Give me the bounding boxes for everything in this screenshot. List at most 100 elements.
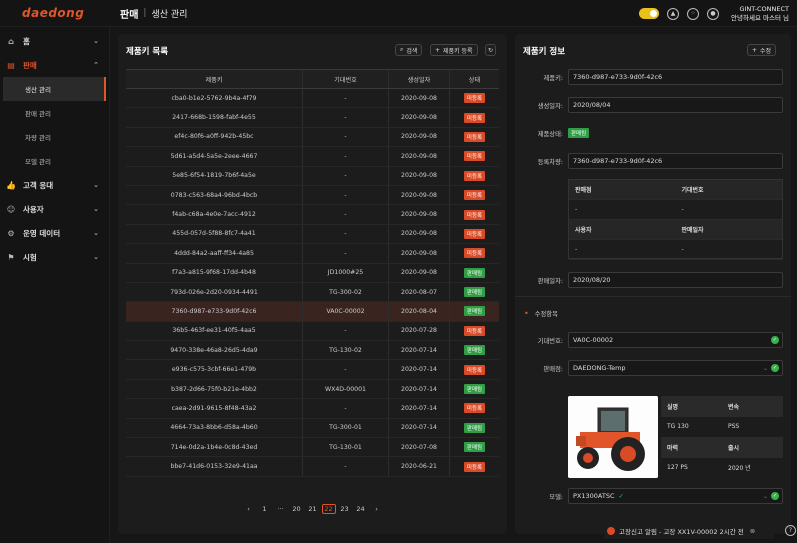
breadcrumb-sub: 생산 관리 bbox=[151, 9, 188, 20]
user-info: GINT-CONNECT 안녕하세요 마스터 님 bbox=[731, 5, 789, 23]
table-row[interactable]: 0783-c563-68a4-96bd-4bcb -2020-09-08 미등록 bbox=[126, 185, 499, 206]
sale-info-table: 판매점 기대번호 -- 사용자 판매일자 -- bbox=[568, 179, 783, 260]
cell-key: cba0-b1e2-5762-9b4a-4f79 bbox=[126, 89, 303, 108]
add-key-button[interactable]: + 제품키 등록 bbox=[430, 44, 478, 56]
cell-status: 미등록 bbox=[450, 322, 499, 340]
sidebar-item-user[interactable]: ☺ 사용자 ⌄ bbox=[0, 197, 109, 221]
sidebar-item-label: 판매 bbox=[23, 60, 37, 70]
page-item[interactable]: ‹ bbox=[242, 505, 256, 513]
page-item[interactable]: 21 bbox=[306, 505, 320, 513]
cell-key: 9470-338e-46a8-26d5-4da9 bbox=[126, 341, 303, 360]
table-row[interactable]: 714e-0d2a-1b4e-0c8d-43ed TG-130-01 2020-07… bbox=[126, 438, 499, 458]
sale-date-value[interactable]: 2020/08/20 bbox=[568, 272, 783, 288]
table-row[interactable]: bbe7-41d6-0153-32e9-41aa -2020-06-21 미등록 bbox=[126, 457, 499, 477]
fault-alert-toast[interactable]: 고장신고 알림 - 고장 XX1V-00002 2시간 전 ⊗ bbox=[604, 522, 774, 539]
table-row[interactable]: caea-2d91-9615-8f48-43a2-2020-07-14 미등록 bbox=[126, 399, 499, 419]
page-item[interactable]: 24 bbox=[354, 505, 368, 513]
header-number[interactable]: 기대번호 bbox=[303, 70, 389, 88]
cell-number: - bbox=[303, 321, 389, 341]
table-row[interactable]: f7a3-a815-9f68-17dd-4b48 JD1000#25 2020-09… bbox=[126, 263, 499, 283]
page-item[interactable]: 22 bbox=[321, 504, 336, 514]
sidebar-sub-model[interactable]: 모델 관리 bbox=[0, 149, 109, 173]
cell-status: 미등록 bbox=[450, 244, 499, 262]
table-row[interactable]: 2417-668b-1598-fabf-4e55-2020-09-08 미등록 bbox=[126, 108, 499, 128]
sidebar-item-home[interactable]: ⌂ 홈 ⌄ bbox=[0, 29, 109, 53]
cell-number: TG-130-02 bbox=[303, 341, 389, 360]
cell-number: - bbox=[303, 127, 389, 147]
cell-key: 0783-c563-68a4-96bd-4bcb bbox=[126, 185, 303, 205]
table-row[interactable]: 9470-338e-46a8-26d5-4da9 TG-130-02 2020-07… bbox=[126, 341, 499, 361]
status-badge: 미등록 bbox=[463, 248, 486, 259]
close-icon[interactable]: ⊗ bbox=[750, 527, 755, 535]
field-dealer: 판매점: DAEDONG-Temp ⌄ ✓ bbox=[515, 360, 791, 376]
sidebar-sub-vehicle[interactable]: 차량 관리 bbox=[0, 125, 109, 149]
field-created: 생성일자: 2020/08/04 bbox=[515, 97, 791, 113]
product-key-detail-panel: 제품키 정보 + 수정 제품키: 7360-d987-e733-9d0f-42c6… bbox=[515, 34, 791, 534]
search-button[interactable]: ⌕ 검색 bbox=[395, 44, 423, 56]
help-icon[interactable]: ? bbox=[785, 525, 796, 536]
page-item[interactable]: 23 bbox=[338, 505, 352, 513]
refresh-button[interactable]: ↻ bbox=[485, 44, 497, 56]
alert-icon bbox=[607, 526, 615, 535]
cell-key: f4ab-c68a-4e0e-7acc-4912 bbox=[126, 205, 303, 224]
table-row[interactable]: 455d-057d-5f88-8fc7-4a41-2020-09-08 미등록 bbox=[126, 224, 499, 245]
model-select[interactable]: PX1300ATSC ✓ ⌄ ✓ bbox=[568, 488, 783, 504]
sidebar-sub-production[interactable]: 생산 관리 bbox=[3, 77, 106, 101]
apps-icon[interactable]: ⁘ bbox=[687, 7, 700, 20]
machine-no-input[interactable]: VA0C-00002 ✓ bbox=[568, 332, 783, 348]
status-badge: 미등록 bbox=[463, 228, 486, 239]
table-row[interactable]: 36b5-463f-ee31-40f5-4aa5-2020-07-28 미등록 bbox=[126, 321, 499, 342]
edit-button[interactable]: + 수정 bbox=[747, 44, 777, 56]
spec-head-transmission: 변속 bbox=[722, 396, 783, 417]
cell-number: WX4D-00001 bbox=[303, 379, 389, 399]
table-row[interactable]: 5e85-6f54-1819-7b6f-4a5e -2020-09-08 미등록 bbox=[126, 166, 499, 186]
page-item[interactable]: 20 bbox=[290, 505, 304, 513]
profile-icon[interactable]: ● bbox=[707, 7, 720, 20]
sidebar-item-ops[interactable]: ⚙ 운영 데이터 ⌄ bbox=[0, 221, 109, 245]
cell-status: 판매됨 bbox=[450, 380, 499, 398]
table-row[interactable]: 793d-026e-2d20-0934-4491 TG-300-02 2020-08… bbox=[126, 282, 499, 303]
logo[interactable]: daedong bbox=[0, 6, 108, 20]
table-row[interactable]: 7360-d987-e733-9d0f-42c6 VA0C-00002 2020-0… bbox=[126, 302, 499, 322]
cell-key: 36b5-463f-ee31-40f5-4aa5 bbox=[126, 321, 303, 341]
sidebar-sub-sales[interactable]: 판매 관리 bbox=[0, 101, 109, 125]
sub-val-saledate: - bbox=[675, 240, 782, 260]
sidebar-item-customer[interactable]: 👍 고객 응대 ⌄ bbox=[0, 173, 109, 197]
table-row[interactable]: 4664-73a3-8bb6-d58a-4b60 TG-300-01 2020-07… bbox=[126, 418, 499, 439]
edit-section-title: 수정항목 bbox=[534, 311, 558, 318]
page-item[interactable]: ··· bbox=[274, 505, 288, 513]
sidebar-item-test[interactable]: ⚑ 시험 ⌄ bbox=[0, 245, 109, 269]
table-row[interactable]: ef4c-80f6-a0ff-942b-45bc -2020-09-08 미등록 bbox=[126, 127, 499, 148]
table-row[interactable]: b387-2d66-75f0-b21e-4bb2 WX4D-00001 2020-0… bbox=[126, 379, 499, 400]
cell-status: 판매됨 bbox=[450, 283, 499, 301]
header-status[interactable]: 상태 bbox=[450, 70, 499, 88]
cell-date: 2020-09-08 bbox=[389, 244, 450, 263]
table-row[interactable]: e936-c575-3cbf-66e1-479b -2020-07-14 미등록 bbox=[126, 360, 499, 380]
created-value[interactable]: 2020/08/04 bbox=[568, 97, 783, 113]
chevron-down-icon: ⌄ bbox=[762, 364, 768, 372]
product-key-value[interactable]: 7360-d987-e733-9d0f-42c6 bbox=[568, 69, 783, 85]
table-row[interactable]: 4ddd-84a2-aaff-ff34-4a85-2020-09-08 미등록 bbox=[126, 244, 499, 264]
page-item[interactable]: › bbox=[370, 505, 384, 513]
cell-date: 2020-09-08 bbox=[389, 108, 450, 127]
cell-status: 미등록 bbox=[450, 128, 499, 146]
cell-number: - bbox=[303, 360, 389, 379]
theme-toggle[interactable] bbox=[639, 8, 660, 19]
status-badge: 미등록 bbox=[463, 364, 486, 375]
sidebar-item-sales[interactable]: ▤ 판매 ⌃ bbox=[0, 53, 109, 77]
cell-number: - bbox=[303, 399, 389, 418]
page-item[interactable]: 1 bbox=[258, 505, 272, 513]
table-row[interactable]: 5d61-a5d4-5a5e-2eee-4667-2020-09-08 미등록 bbox=[126, 147, 499, 167]
vehicle-value[interactable]: 7360-d987-e733-9d0f-42c6 bbox=[568, 153, 783, 169]
detail-title: 제품키 정보 bbox=[523, 47, 566, 57]
table-row[interactable]: f4ab-c68a-4e0e-7acc-4912-2020-09-08 미등록 bbox=[126, 205, 499, 225]
table-row[interactable]: cba0-b1e2-5762-9b4a-4f79-2020-09-08 미등록 bbox=[126, 89, 499, 109]
header-key[interactable]: 제품키 bbox=[126, 70, 303, 88]
cell-number: - bbox=[303, 147, 389, 166]
dealer-select[interactable]: DAEDONG-Temp ⌄ ✓ bbox=[568, 360, 783, 376]
status-badge: 판매됨 bbox=[463, 384, 486, 395]
home-icon: ⌂ bbox=[8, 36, 14, 46]
chevron-down-icon: ⌄ bbox=[93, 181, 99, 189]
notification-icon[interactable]: ▲ bbox=[667, 7, 680, 20]
header-date[interactable]: 생성일자 bbox=[389, 70, 450, 88]
